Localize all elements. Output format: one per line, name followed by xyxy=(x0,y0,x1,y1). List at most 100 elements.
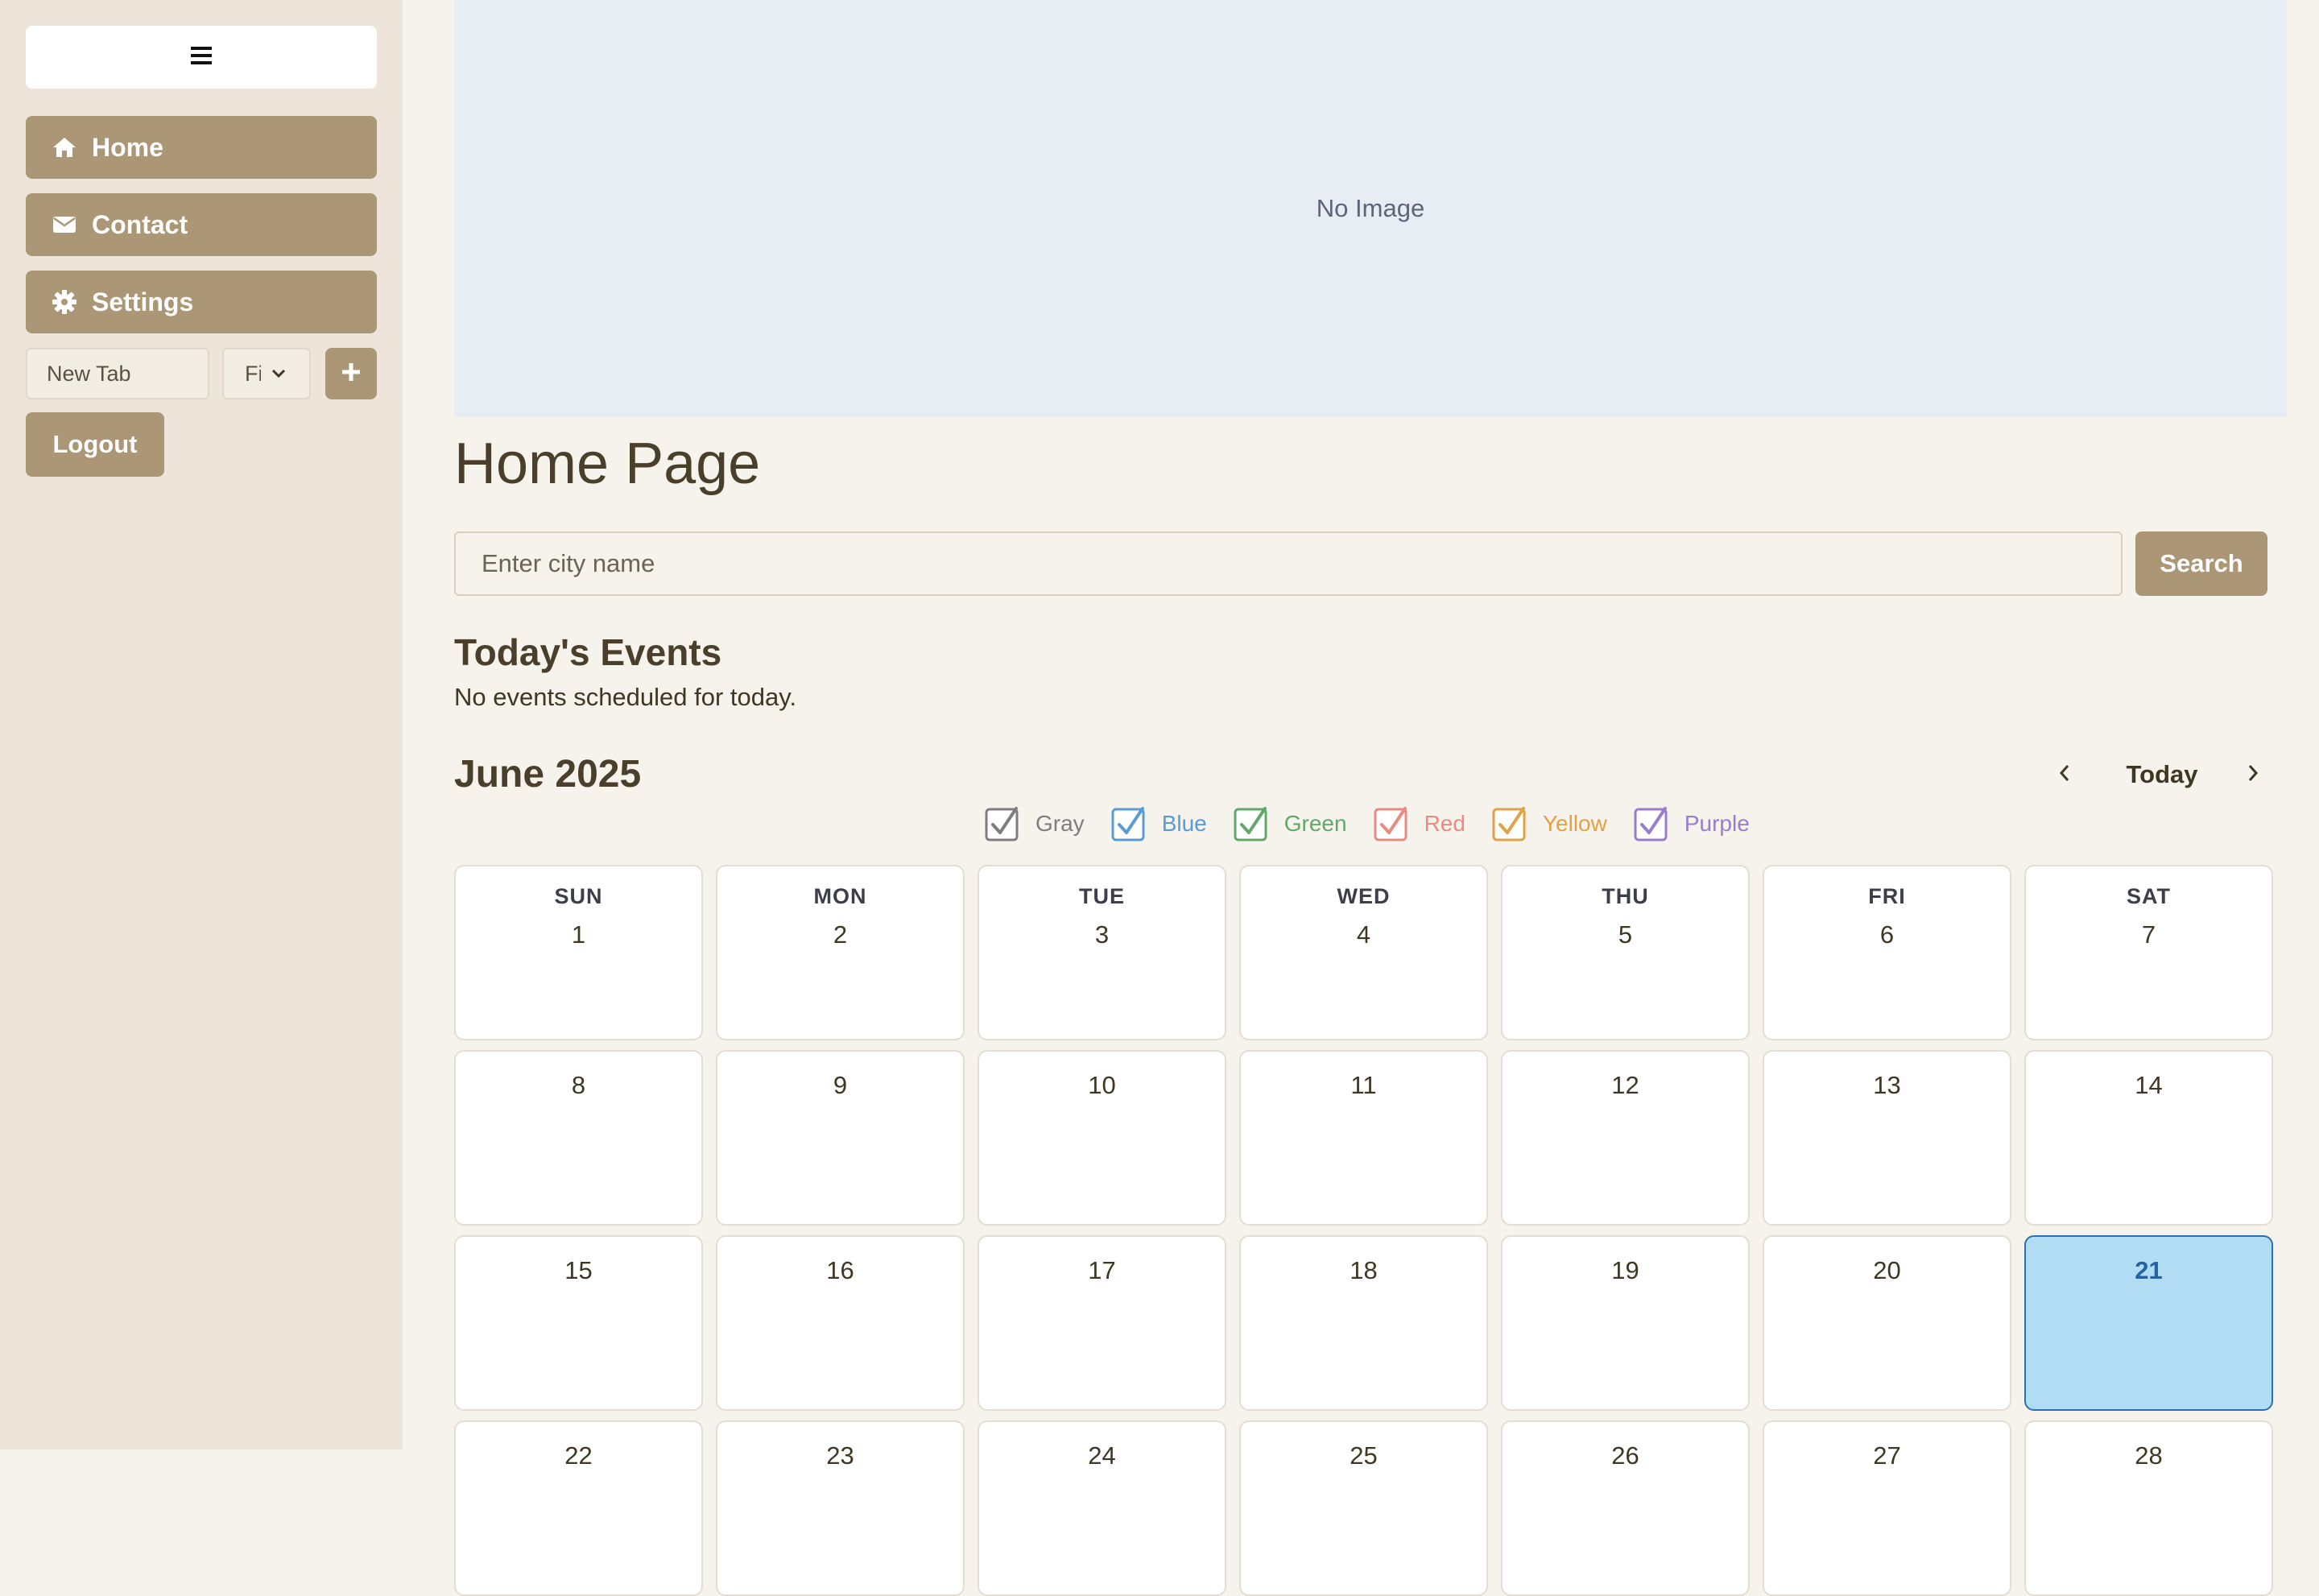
day-number: 9 xyxy=(833,1071,848,1099)
calendar-day-cell[interactable]: 21 xyxy=(2024,1235,2273,1411)
calendar-day-cell[interactable]: 22 xyxy=(454,1420,703,1596)
calendar-day-cell[interactable]: SUN 1 xyxy=(454,865,703,1040)
filter-label: Green xyxy=(1284,811,1347,836)
today-button[interactable]: Today xyxy=(2110,754,2214,796)
checkbox-checked-icon[interactable] xyxy=(1233,805,1270,842)
home-icon xyxy=(52,134,77,160)
gear-icon xyxy=(52,289,77,315)
calendar-day-cell[interactable]: 25 xyxy=(1239,1420,1488,1596)
calendar-day-cell[interactable]: 15 xyxy=(454,1235,703,1411)
calendar-day-cell[interactable]: 11 xyxy=(1239,1050,1488,1226)
color-filters: Gray Blue Green Red Yellow Purple xyxy=(984,805,1775,842)
filter-yellow[interactable]: Yellow xyxy=(1491,805,1607,842)
calendar-day-cell[interactable]: 27 xyxy=(1763,1420,2011,1596)
day-number: 12 xyxy=(1611,1071,1639,1099)
day-number: 8 xyxy=(571,1071,586,1099)
day-number: 13 xyxy=(1873,1071,1901,1099)
hamburger-icon xyxy=(189,44,213,71)
nav-home-label: Home xyxy=(92,132,163,162)
calendar-day-cell[interactable]: 23 xyxy=(716,1420,965,1596)
weekday-label: TUE xyxy=(1079,884,1125,908)
day-number: 1 xyxy=(571,920,586,949)
add-tab-button[interactable] xyxy=(325,348,377,399)
calendar-day-cell[interactable]: 17 xyxy=(978,1235,1226,1411)
nav-contact-button[interactable]: Contact xyxy=(26,193,377,256)
filter-green[interactable]: Green xyxy=(1233,805,1347,842)
sidebar: Home Contact Settings New Tab F Logout xyxy=(0,0,403,1449)
filter-blue[interactable]: Blue xyxy=(1110,805,1207,842)
calendar-grid: SUN 1 MON 2 TUE 3 WED 4 THU 5 FRI 6 SAT 7 8 9 10 11 12 13 14… xyxy=(454,865,2276,1596)
filter-label: Blue xyxy=(1161,811,1207,836)
calendar-month-title: June 2025 xyxy=(454,753,642,796)
city-search-input[interactable]: Enter city name xyxy=(454,531,2123,596)
tab-type-select-value: Fi xyxy=(245,361,261,386)
envelope-icon xyxy=(52,212,77,238)
calendar-day-cell[interactable]: 10 xyxy=(978,1050,1226,1226)
nav-settings-button[interactable]: Settings xyxy=(26,271,377,333)
filter-label: Purple xyxy=(1684,811,1750,836)
calendar-day-cell[interactable]: 24 xyxy=(978,1420,1226,1596)
tab-type-select[interactable]: Fi xyxy=(222,348,311,399)
filter-red[interactable]: Red xyxy=(1373,805,1465,842)
day-number: 25 xyxy=(1350,1441,1378,1470)
weekday-label: FRI xyxy=(1868,884,1906,908)
calendar-day-cell[interactable]: 9 xyxy=(716,1050,965,1226)
prev-month-button[interactable] xyxy=(2047,757,2082,792)
nav-contact-label: Contact xyxy=(92,209,188,239)
calendar-day-cell[interactable]: MON 2 xyxy=(716,865,965,1040)
filter-label: Yellow xyxy=(1542,811,1607,836)
events-heading: Today's Events xyxy=(454,631,722,673)
checkbox-checked-icon[interactable] xyxy=(1110,805,1147,842)
filter-gray[interactable]: Gray xyxy=(984,805,1085,842)
checkbox-checked-icon[interactable] xyxy=(1373,805,1410,842)
day-number: 21 xyxy=(2135,1256,2163,1284)
calendar-day-cell[interactable]: 8 xyxy=(454,1050,703,1226)
calendar-day-cell[interactable]: 26 xyxy=(1501,1420,1750,1596)
calendar-day-cell[interactable]: 18 xyxy=(1239,1235,1488,1411)
day-number: 10 xyxy=(1088,1071,1116,1099)
calendar-day-cell[interactable]: 16 xyxy=(716,1235,965,1411)
nav-settings-label: Settings xyxy=(92,287,194,316)
weekday-label: WED xyxy=(1337,884,1391,908)
day-number: 28 xyxy=(2135,1441,2163,1470)
filter-label: Red xyxy=(1424,811,1465,836)
chevron-left-icon xyxy=(2057,763,2073,788)
nav-home-button[interactable]: Home xyxy=(26,116,377,179)
calendar-day-cell[interactable]: THU 5 xyxy=(1501,865,1750,1040)
day-number: 4 xyxy=(1356,920,1371,949)
city-search-placeholder: Enter city name xyxy=(482,549,655,577)
menu-toggle-button[interactable] xyxy=(26,26,377,89)
day-number: 6 xyxy=(1879,920,1895,949)
checkbox-checked-icon[interactable] xyxy=(1633,805,1670,842)
checkbox-checked-icon[interactable] xyxy=(984,805,1021,842)
plus-icon xyxy=(341,362,362,387)
calendar-day-cell[interactable]: TUE 3 xyxy=(978,865,1226,1040)
new-tab-input[interactable]: New Tab xyxy=(26,348,209,399)
checkbox-checked-icon[interactable] xyxy=(1491,805,1528,842)
day-number: 3 xyxy=(1094,920,1110,949)
calendar-day-cell[interactable]: 19 xyxy=(1501,1235,1750,1411)
search-button[interactable]: Search xyxy=(2135,531,2267,596)
calendar-day-cell[interactable]: 20 xyxy=(1763,1235,2011,1411)
filter-label: Gray xyxy=(1035,811,1085,836)
filter-purple[interactable]: Purple xyxy=(1633,805,1750,842)
calendar-day-cell[interactable]: FRI 6 xyxy=(1763,865,2011,1040)
image-placeholder: No Image xyxy=(454,0,2287,417)
next-month-button[interactable] xyxy=(2235,757,2271,792)
weekday-label: THU xyxy=(1602,884,1649,908)
page-title: Home Page xyxy=(454,432,761,496)
calendar-day-cell[interactable]: 14 xyxy=(2024,1050,2273,1226)
calendar-day-cell[interactable]: 12 xyxy=(1501,1050,1750,1226)
day-number: 18 xyxy=(1350,1256,1378,1284)
calendar-day-cell[interactable]: 28 xyxy=(2024,1420,2273,1596)
day-number: 16 xyxy=(826,1256,854,1284)
calendar-day-cell[interactable]: WED 4 xyxy=(1239,865,1488,1040)
weekday-label: SUN xyxy=(554,884,603,908)
calendar-day-cell[interactable]: SAT 7 xyxy=(2024,865,2273,1040)
image-placeholder-text: No Image xyxy=(1316,194,1425,222)
day-number: 11 xyxy=(1350,1071,1377,1099)
logout-button[interactable]: Logout xyxy=(26,412,164,477)
day-number: 14 xyxy=(2135,1071,2163,1099)
day-number: 24 xyxy=(1088,1441,1116,1470)
calendar-day-cell[interactable]: 13 xyxy=(1763,1050,2011,1226)
